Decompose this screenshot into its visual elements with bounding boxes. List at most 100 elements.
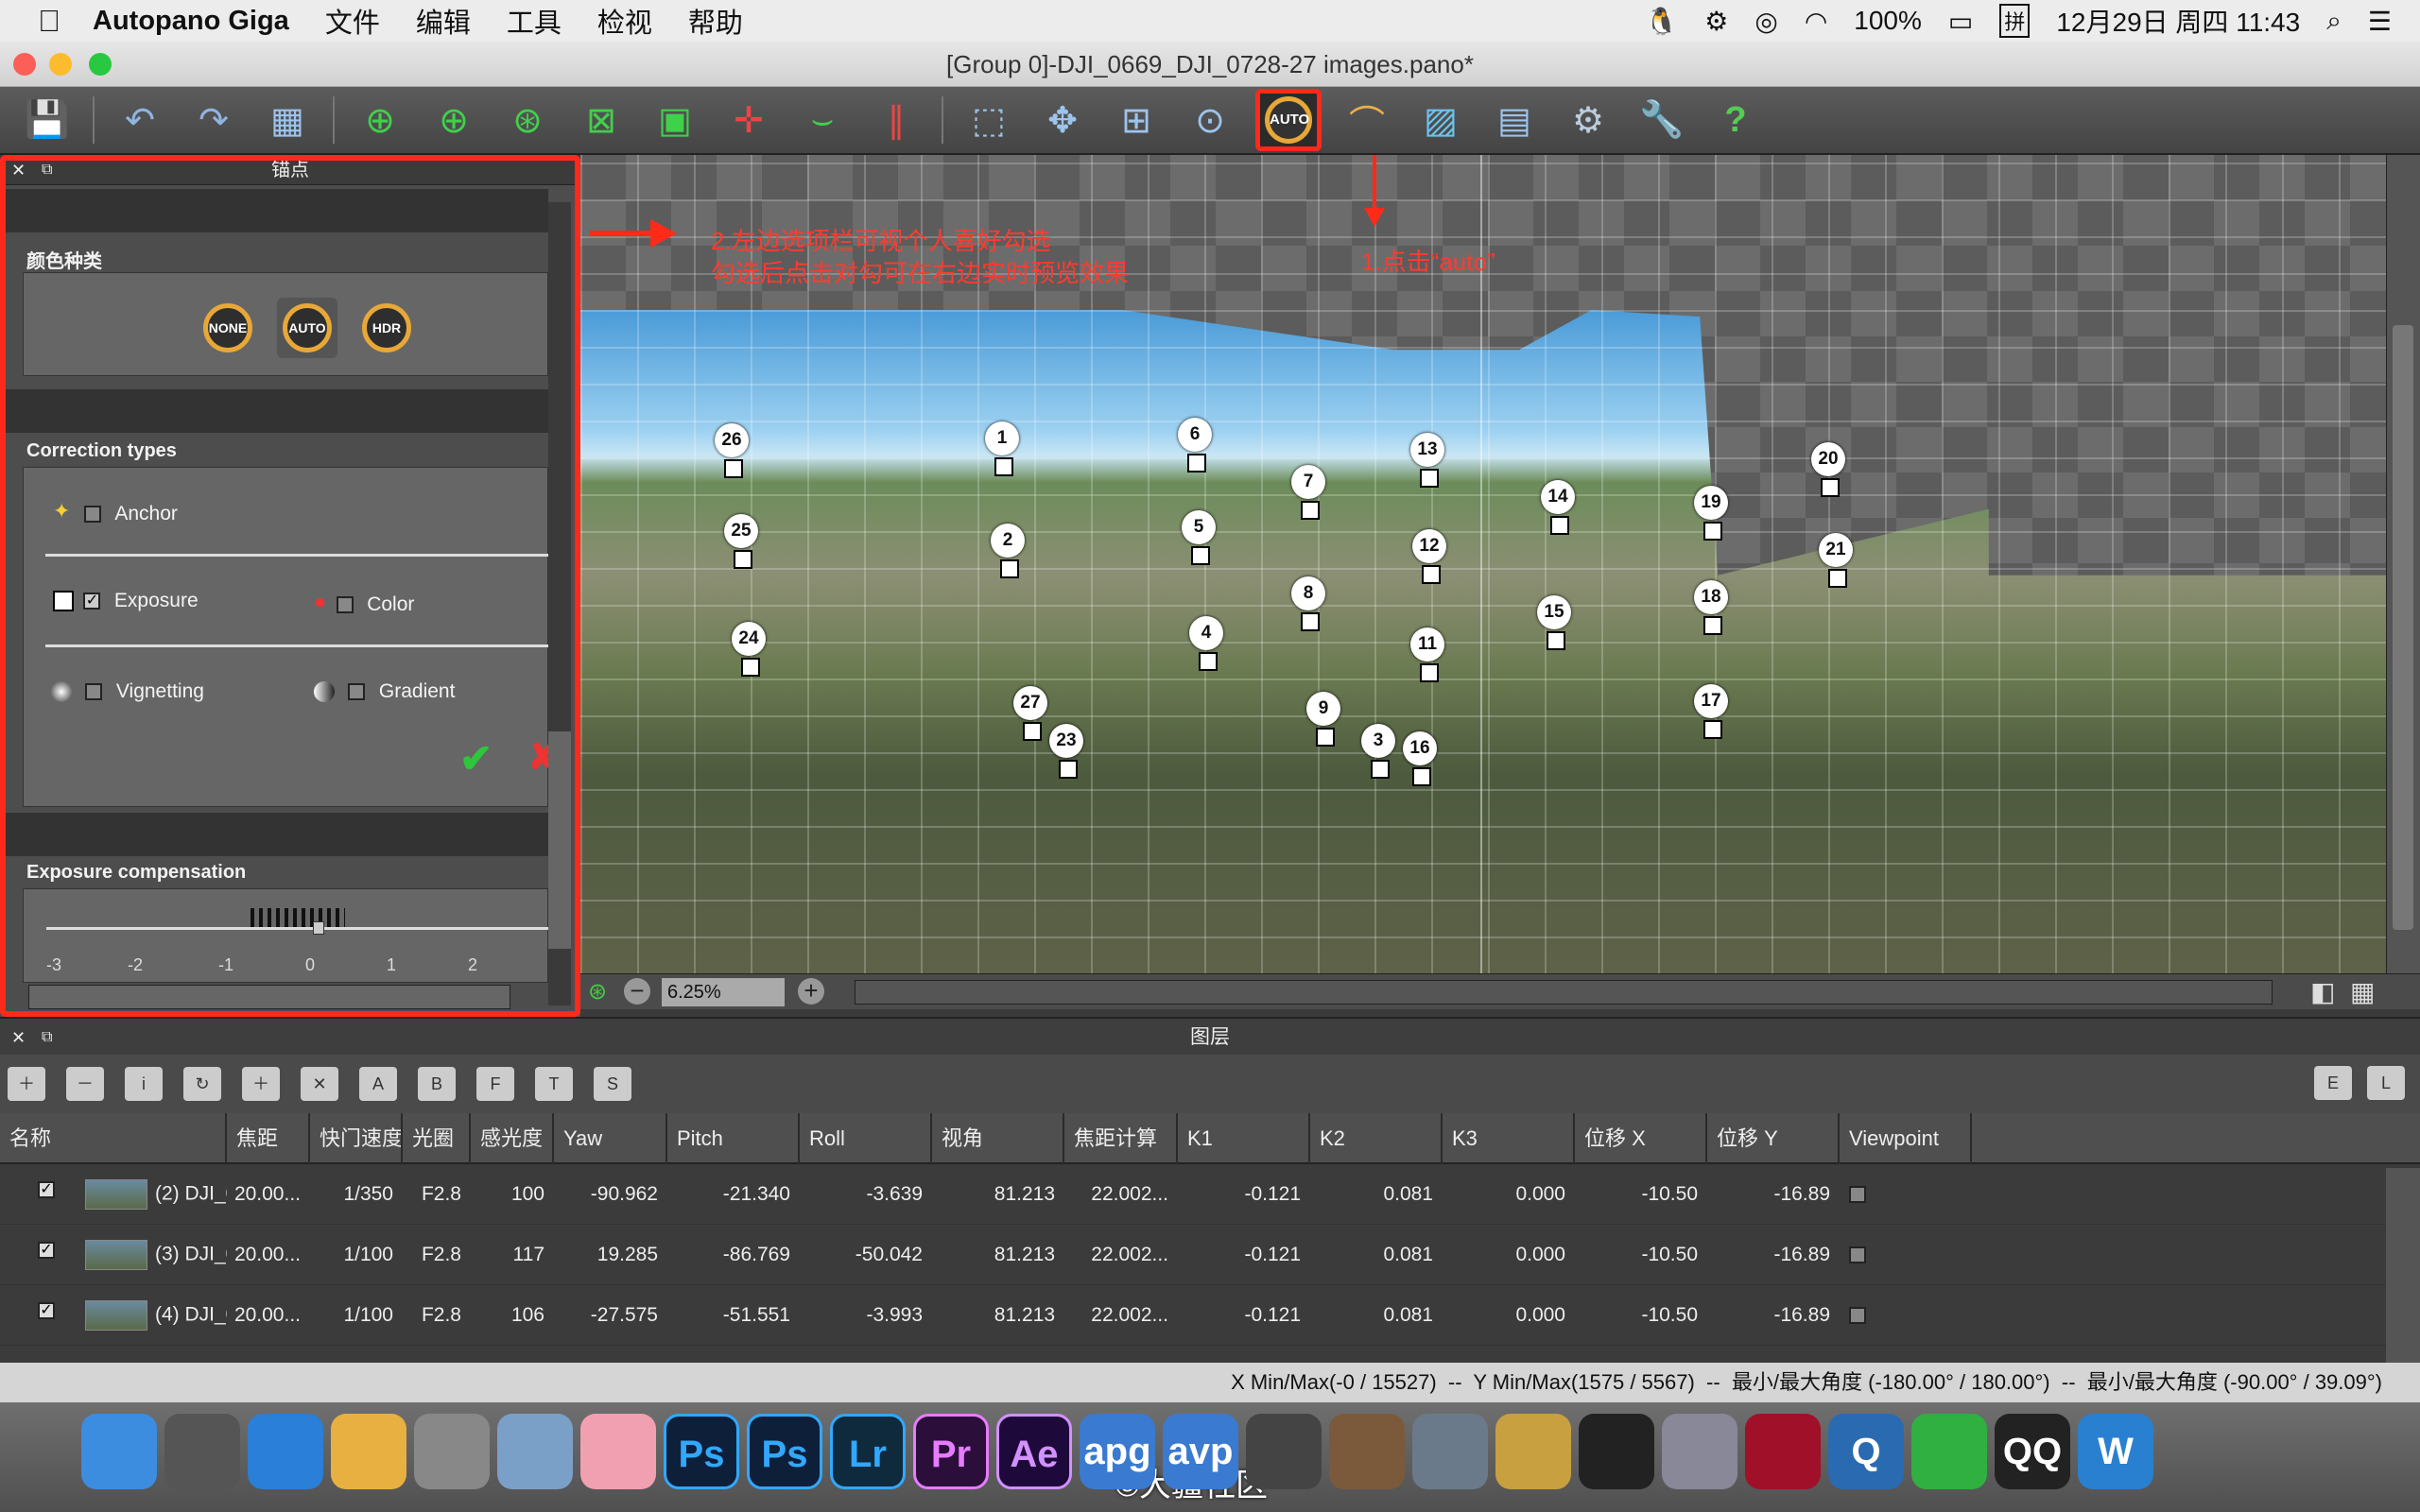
auto-color-option-button[interactable]: AUTO [283, 303, 332, 352]
dock-app-icon[interactable] [1662, 1414, 1737, 1489]
layer-s-button[interactable]: S [594, 1067, 631, 1101]
none-color-button[interactable]: NONE [203, 303, 252, 352]
move-icon[interactable]: ✥ [1034, 92, 1091, 148]
control-point[interactable]: 11 [1410, 627, 1444, 682]
column-header[interactable]: K1 [1178, 1113, 1310, 1164]
control-point[interactable]: 27 [1013, 686, 1047, 741]
notification-list-icon[interactable]: ☰ [2368, 6, 2392, 37]
search-icon[interactable]: ⌕ [2326, 6, 2342, 37]
control-point[interactable]: 13 [1410, 433, 1444, 488]
layer-t-button[interactable]: T [535, 1067, 573, 1101]
exposure-row[interactable]: ✓ Exposure [53, 590, 199, 612]
dock-app-icon[interactable]: apg [1080, 1414, 1155, 1489]
input-method[interactable]: 拼 [1999, 4, 2031, 38]
redo-icon[interactable]: ↷ [185, 92, 242, 148]
orbit-icon[interactable]: ⊛ [499, 92, 556, 148]
control-point[interactable]: 19 [1694, 486, 1728, 541]
close-panel-icon[interactable]: ✕ [11, 155, 26, 185]
dock-app-icon[interactable]: Ae [996, 1414, 1072, 1489]
grid-view-icon[interactable]: ▦ [2350, 976, 2375, 1007]
column-header[interactable]: K3 [1443, 1113, 1575, 1164]
crop-auto-icon[interactable]: ⊠ [573, 92, 630, 148]
detach-panel-icon[interactable]: ⧉ [42, 155, 52, 185]
remove-image-icon[interactable]: － [66, 1067, 104, 1101]
control-point[interactable]: 3 [1361, 724, 1395, 779]
dock-app-icon[interactable] [1412, 1414, 1488, 1489]
viewpoint-checkbox[interactable] [1849, 1306, 1866, 1324]
mesh-icon[interactable]: ⊞ [1108, 92, 1165, 148]
color-checkbox[interactable] [336, 595, 354, 613]
menu-help[interactable]: 帮助 [688, 1, 743, 41]
viewpoint-checkbox[interactable] [1849, 1246, 1866, 1263]
control-point[interactable]: 12 [1412, 529, 1446, 584]
settings-gear-icon[interactable]: ⚙ [1560, 92, 1616, 148]
app-name-menu[interactable]: Autopano Giga [93, 6, 289, 37]
control-point[interactable]: 6 [1178, 418, 1212, 472]
column-header[interactable]: 视角 [932, 1113, 1064, 1164]
zoom-level-field[interactable]: 6.25% [662, 978, 785, 1006]
dock-app-icon[interactable] [248, 1414, 323, 1489]
dock-app-icon[interactable]: avp [1163, 1414, 1238, 1489]
settings-status-icon[interactable]: ⚙ [1704, 6, 1728, 37]
control-point[interactable]: 2 [991, 524, 1025, 578]
panorama-viewer[interactable]: 26 1 6 13 20 7 14 19 25 2 5 12 21 8 18 15 24 4 11 27 9 17 23 3 1… [580, 155, 2386, 973]
enable-checkbox[interactable]: ✓ [38, 1241, 55, 1259]
table-scrollbar[interactable] [2386, 1168, 2420, 1363]
world-map-icon[interactable]: ▦ [259, 92, 316, 148]
table-row[interactable]: ✓ (4) DJI_0678.jpg 20.00... 1/100 F2.8 106 -27… [0, 1285, 2420, 1346]
column-header[interactable]: 快门速度 [310, 1113, 403, 1164]
viewer-vertical-scrollbar[interactable] [2386, 155, 2420, 973]
viewpoint-checkbox[interactable] [1849, 1185, 1866, 1203]
control-point[interactable]: 23 [1049, 724, 1083, 779]
table-row[interactable]: ✓ (2) DJI_0671.jpg 20.00... 1/350 F2.8 100 -90… [0, 1164, 2420, 1225]
dock-app-icon[interactable]: QQ [1995, 1414, 2070, 1489]
column-header[interactable]: 焦距计算 [1064, 1113, 1178, 1164]
dock-app-icon[interactable] [1745, 1414, 1821, 1489]
column-header[interactable]: K2 [1310, 1113, 1443, 1164]
dock-app-icon[interactable] [1246, 1414, 1322, 1489]
table-row[interactable]: ✓ (3) DJI_0676.jpg 20.00... 1/100 F2.8 117 19.… [0, 1225, 2420, 1285]
control-point[interactable]: 17 [1694, 684, 1728, 739]
hdr-color-button[interactable]: HDR [362, 303, 411, 352]
wifi-icon[interactable]: ◠ [1805, 6, 1827, 37]
layer-e-button[interactable]: E [2314, 1066, 2352, 1100]
dock-app-icon[interactable] [1329, 1414, 1405, 1489]
color-row[interactable]: ● Color [314, 590, 414, 616]
dock-app-icon[interactable] [1495, 1414, 1571, 1489]
control-point[interactable]: 26 [715, 423, 749, 478]
fit-zoom-icon[interactable]: ⊛ [588, 978, 607, 1005]
dock-app-icon[interactable] [497, 1414, 573, 1489]
zoom-window-button[interactable] [89, 53, 112, 76]
control-point[interactable]: 9 [1306, 692, 1340, 747]
panel-scrollbar[interactable] [548, 202, 571, 1005]
rainbow-icon[interactable]: ⌒ [1339, 92, 1395, 148]
enable-checkbox[interactable]: ✓ [38, 1180, 55, 1198]
crop-icon[interactable]: ▣ [647, 92, 703, 148]
column-header[interactable]: 光圈 [403, 1113, 471, 1164]
battery-icon[interactable]: ▭ [1948, 6, 1973, 37]
menu-tools[interactable]: 工具 [507, 1, 562, 41]
layer-a-button[interactable]: A [359, 1067, 397, 1101]
crosshair-vertical-icon[interactable]: ⊕ [425, 92, 482, 148]
anchor-checkbox[interactable] [83, 505, 101, 523]
viewer-hscrollbar[interactable] [855, 980, 2273, 1005]
dock-app-icon[interactable]: Ps [747, 1414, 822, 1489]
layer-l-button[interactable]: L [2367, 1066, 2405, 1100]
qq-status-icon[interactable]: 🐧 [1645, 6, 1678, 37]
exposure-checkbox[interactable]: ✓ [83, 593, 101, 610]
gradient-checkbox[interactable] [348, 683, 366, 700]
layers-blend-icon[interactable]: ▨ [1412, 92, 1469, 148]
crosshair-horizon-icon[interactable]: ⊕ [352, 92, 408, 148]
zoom-in-button[interactable]: + [798, 978, 824, 1005]
enable-checkbox[interactable]: ✓ [38, 1301, 55, 1319]
control-point[interactable]: 8 [1291, 576, 1325, 631]
battery-label[interactable]: 100% [1854, 6, 1922, 36]
dock-app-icon[interactable] [1579, 1414, 1654, 1489]
gradient-row[interactable]: Gradient [314, 680, 455, 703]
zoom-out-button[interactable]: − [624, 978, 650, 1005]
close-layers-icon[interactable]: ✕ [11, 1019, 26, 1057]
dock-app-icon[interactable]: W [2078, 1414, 2153, 1489]
control-point[interactable]: 5 [1182, 510, 1216, 565]
column-header[interactable]: 位移 X [1575, 1113, 1707, 1164]
image-refresh-icon[interactable]: ↻ [183, 1067, 221, 1101]
